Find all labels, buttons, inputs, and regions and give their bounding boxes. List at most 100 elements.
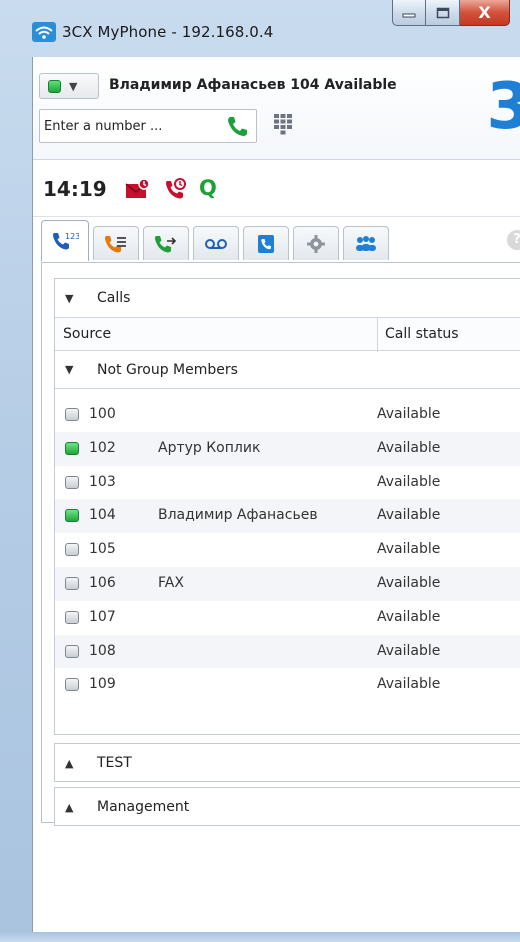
minimize-icon (402, 13, 416, 17)
table-row[interactable]: 108 Available (55, 634, 520, 669)
table-row[interactable]: 106 FAX Available (55, 566, 520, 601)
tab-settings[interactable] (293, 226, 339, 260)
help-icon[interactable]: ? (507, 230, 520, 250)
close-icon: X (478, 3, 491, 22)
table-row[interactable]: 104 Владимир Афанасьев Available (55, 499, 520, 534)
presence-available-icon (48, 79, 61, 93)
tab-call-forward[interactable] (143, 226, 189, 260)
table-row[interactable]: 107 Available (55, 601, 520, 635)
table-row[interactable]: 103 Available (55, 466, 520, 500)
extensions-panel: ▼ Calls Source Call status ▼ Not Group M… (41, 263, 520, 826)
maximize-icon (436, 7, 449, 18)
extension-status: Available (377, 473, 441, 490)
table-row[interactable]: 100 Available (55, 398, 520, 432)
group-header-test[interactable]: ▲ TEST (55, 744, 520, 782)
tab-extensions[interactable]: 123 (41, 220, 89, 261)
table-row[interactable]: 109 Available (55, 668, 520, 702)
divider (33, 216, 520, 217)
table-row[interactable]: 102 Артур Коплик Available (55, 431, 520, 466)
title-bar[interactable]: 3CX MyPhone - 192.168.0.4 X (0, 0, 520, 56)
dial-number-input[interactable] (40, 117, 224, 135)
missed-call-icon[interactable] (163, 177, 187, 201)
phonebook-icon (258, 234, 274, 253)
maximize-button[interactable] (426, 0, 460, 26)
group-header-not-members[interactable]: ▼ Not Group Members (55, 351, 520, 389)
chevron-up-icon: ▲ (65, 756, 74, 770)
chevron-down-icon: ▼ (65, 363, 74, 376)
column-call-status[interactable]: Call status (385, 326, 459, 342)
call-forward-icon (155, 235, 177, 252)
minimize-button[interactable] (392, 0, 426, 26)
chevron-down-icon: ▼ (69, 79, 78, 93)
voicemail-icon (205, 238, 227, 249)
tab-phonebook[interactable] (243, 226, 289, 260)
brand-logo: 3 (486, 70, 520, 144)
column-divider[interactable] (377, 318, 378, 352)
extension-status: Available (377, 439, 441, 456)
voicemail-notification-icon[interactable] (125, 178, 151, 200)
extension-name: Артур Коплик (158, 439, 261, 456)
extension-number: 100 (89, 406, 116, 422)
group-management-section: ▲ Management (54, 787, 520, 826)
svg-text:123: 123 (65, 232, 79, 241)
extension-list: 100 Available 102 Артур Коплик Available… (55, 398, 520, 736)
user-status-line: Владимир Афанасьев 104 Available (109, 77, 397, 93)
tab-groups[interactable] (343, 226, 389, 260)
chevron-up-icon: ▲ (65, 800, 74, 814)
header-panel: ▼ Владимир Афанасьев 104 Available 3 (33, 57, 520, 160)
chevron-down-icon: ▼ (65, 291, 74, 305)
tab-call-history[interactable] (93, 226, 139, 260)
close-button[interactable]: X (460, 0, 510, 26)
app-wifi-icon (32, 22, 56, 42)
extension-status-icon (65, 408, 79, 421)
extension-number: 107 (89, 608, 116, 625)
extension-name: FAX (158, 574, 184, 591)
extension-number: 103 (89, 473, 116, 490)
extension-number: 106 (89, 574, 116, 591)
extension-status: Available (377, 406, 441, 422)
window-frame: 3CX MyPhone - 192.168.0.4 X ▼ Владимир А… (0, 0, 520, 942)
group-title: Not Group Members (97, 361, 238, 378)
keypad-icon[interactable] (273, 113, 293, 135)
extension-status: Available (377, 608, 441, 625)
window-title: 3CX MyPhone - 192.168.0.4 (62, 23, 274, 41)
group-test-section: ▲ TEST (54, 743, 520, 782)
status-row: 14:19 Q (33, 160, 520, 216)
calls-title: Calls (97, 290, 131, 306)
extension-number: 105 (89, 541, 116, 558)
extension-status-icon (65, 475, 79, 489)
column-source[interactable]: Source (63, 326, 111, 342)
extension-status: Available (377, 507, 441, 524)
extension-status-icon (65, 441, 79, 455)
extension-number: 109 (89, 676, 116, 693)
calls-section: ▼ Calls Source Call status ▼ Not Group M… (54, 278, 520, 735)
presence-status-dropdown[interactable]: ▼ (39, 73, 99, 99)
clock-time: 14:19 (43, 177, 107, 201)
extension-status: Available (377, 642, 441, 659)
settings-icon (307, 234, 325, 253)
group-title: TEST (97, 755, 132, 771)
group-icon (356, 235, 376, 251)
extension-status-icon (65, 644, 79, 658)
window-controls: X (392, 0, 510, 28)
extension-number: 102 (89, 439, 116, 456)
tab-voicemail[interactable] (193, 226, 239, 260)
extension-name: Владимир Афанасьев (158, 507, 318, 524)
client-area: ▼ Владимир Афанасьев 104 Available 3 Ent… (32, 57, 520, 932)
call-history-icon (105, 235, 126, 252)
column-header: Source Call status (55, 317, 520, 352)
extension-status: Available (377, 574, 441, 591)
extension-status-icon (65, 576, 79, 590)
calls-header[interactable]: ▼ Calls (55, 279, 520, 317)
queue-icon[interactable]: Q (199, 176, 217, 200)
call-button-icon[interactable] (224, 114, 250, 138)
group-header-management[interactable]: ▲ Management (55, 788, 520, 826)
window-bottom-border (0, 932, 520, 942)
extension-status-icon (65, 678, 79, 692)
extension-number: 104 (89, 507, 116, 524)
extensions-icon: 123 (53, 232, 79, 250)
tab-strip: 123 (33, 220, 520, 263)
extension-number: 108 (89, 642, 116, 659)
extension-status-icon (65, 543, 79, 557)
table-row[interactable]: 105 Available (55, 533, 520, 567)
